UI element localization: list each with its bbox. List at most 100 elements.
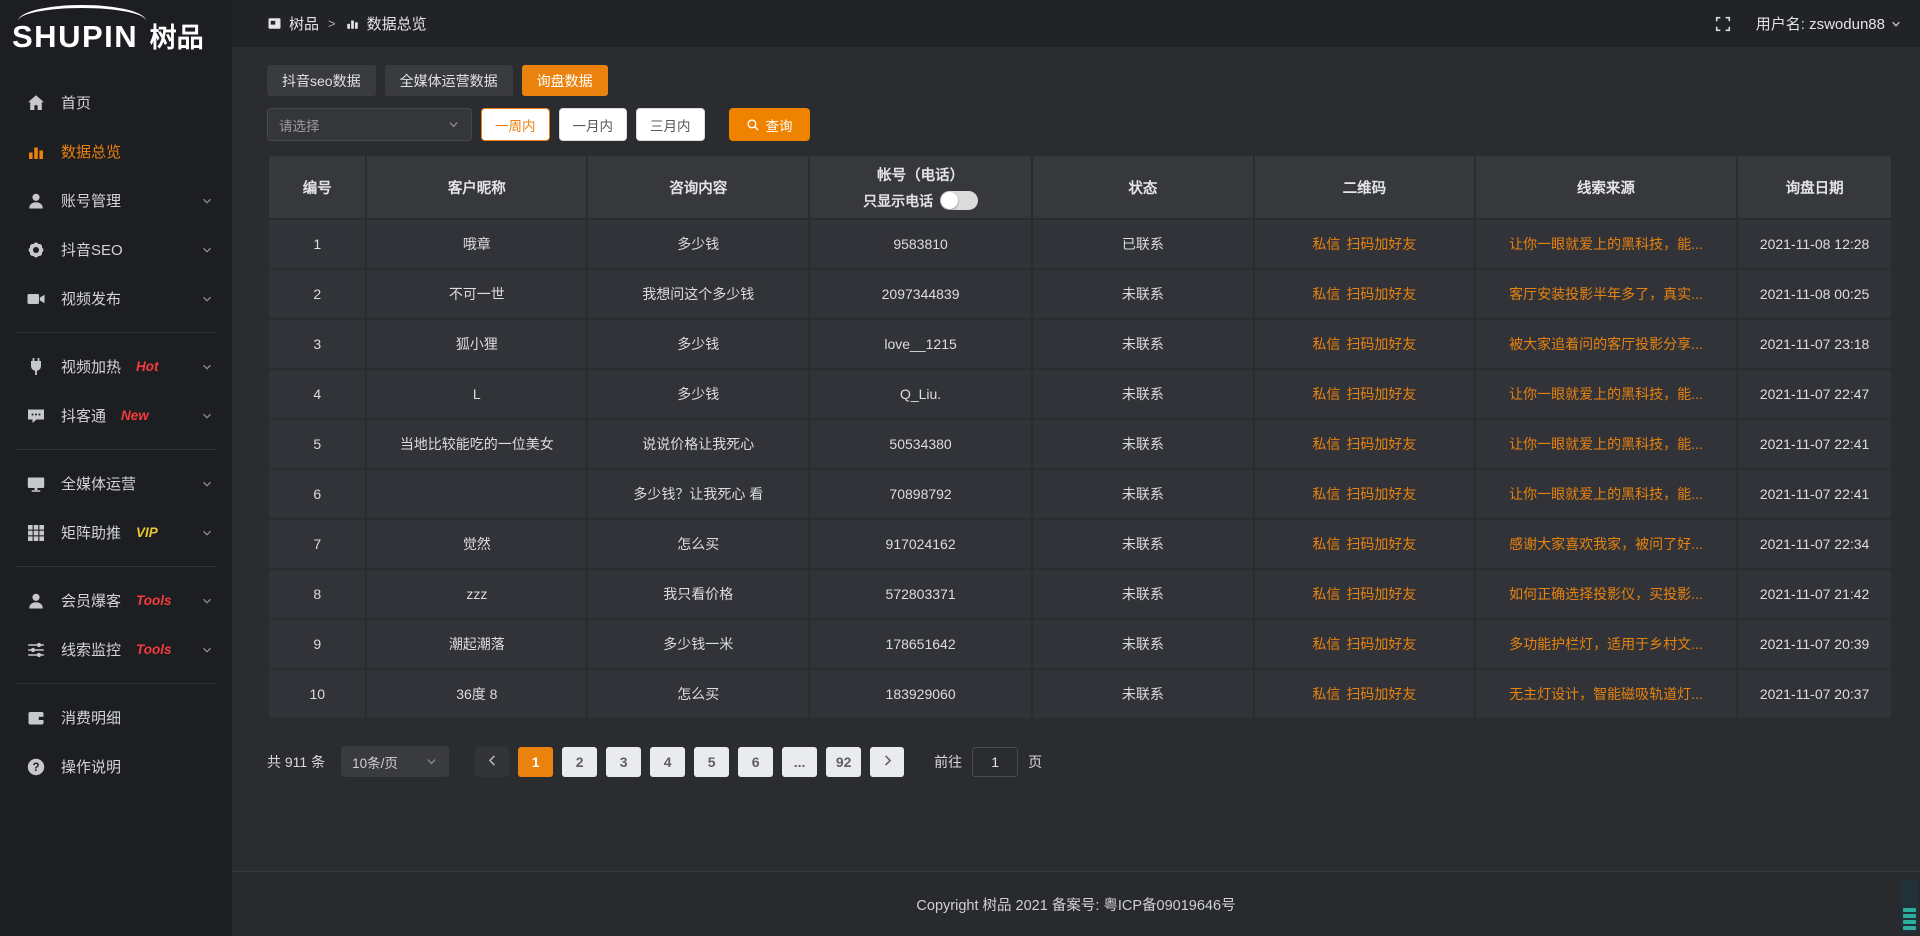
qr-action-link[interactable]: 私信	[1312, 386, 1340, 402]
source-link[interactable]: 让你一眼就爱上的黑科技，能...	[1509, 436, 1703, 452]
page-button-3[interactable]: 3	[606, 747, 641, 777]
cell-id: 9	[269, 620, 365, 668]
sidebar-item-douyin-seo[interactable]: 抖音SEO	[0, 225, 232, 274]
qr-action-link[interactable]: 私信	[1312, 536, 1340, 552]
sidebar-item-account-manage[interactable]: 账号管理	[0, 176, 232, 225]
qr-action-link[interactable]: 扫码加好友	[1346, 586, 1416, 602]
sidebar-item-member-baoke[interactable]: 会员爆客Tools	[0, 576, 232, 625]
qr-action-link[interactable]: 私信	[1312, 586, 1340, 602]
page-button-6[interactable]: 6	[738, 747, 773, 777]
data-tabs: 抖音seo数据 全媒体运营数据 询盘数据	[267, 65, 1893, 96]
cell-content: 多少钱？让我死心 看	[588, 470, 808, 518]
cell-qrcode: 私信扫码加好友	[1255, 670, 1474, 718]
col-header-date: 询盘日期	[1738, 156, 1891, 218]
chevron-right-icon	[881, 754, 894, 770]
sidebar-item-matrix-boost[interactable]: 矩阵助推VIP	[0, 508, 232, 557]
page-size-select[interactable]: 10条/页	[341, 746, 449, 777]
table-row: 1036度 8怎么买183929060未联系私信扫码加好友无主灯设计，智能磁吸轨…	[269, 670, 1891, 718]
phone-only-toggle[interactable]	[940, 191, 978, 210]
page-ellipsis-button[interactable]: ...	[782, 747, 817, 777]
breadcrumb-item-root[interactable]: 树品	[289, 13, 319, 34]
source-link[interactable]: 让你一眼就爱上的黑科技，能...	[1509, 386, 1703, 402]
table-row: 5当地比较能吃的一位美女说说价格让我死心50534380未联系私信扫码加好友让你…	[269, 420, 1891, 468]
source-link[interactable]: 客厅安装投影半年多了，真实...	[1509, 286, 1703, 302]
qr-action-link[interactable]: 扫码加好友	[1346, 536, 1416, 552]
table-row: 4L多少钱Q_Liu.未联系私信扫码加好友让你一眼就爱上的黑科技，能...202…	[269, 370, 1891, 418]
cell-status: 未联系	[1033, 620, 1253, 668]
range-button-quarter[interactable]: 三月内	[636, 108, 705, 141]
tab-inquiry-data[interactable]: 询盘数据	[522, 65, 608, 96]
goto-page-input[interactable]	[972, 747, 1018, 777]
qr-action-link[interactable]: 私信	[1312, 286, 1340, 302]
user-icon	[26, 591, 46, 611]
grid-icon	[26, 523, 46, 543]
sidebar-item-label: 视频加热	[61, 356, 121, 377]
tab-douyin-seo-data[interactable]: 抖音seo数据	[267, 65, 376, 96]
source-link[interactable]: 无主灯设计，智能磁吸轨道灯...	[1509, 686, 1703, 702]
source-link[interactable]: 让你一眼就爱上的黑科技，能...	[1509, 236, 1703, 252]
qr-action-link[interactable]: 扫码加好友	[1346, 386, 1416, 402]
qr-action-link[interactable]: 扫码加好友	[1346, 236, 1416, 252]
search-icon	[746, 118, 760, 132]
logo-text-en: SHUPIN	[12, 19, 138, 54]
cell-account: 2097344839	[810, 270, 1030, 318]
page-button-1[interactable]: 1	[518, 747, 553, 777]
breadcrumb-item-current[interactable]: 数据总览	[367, 13, 427, 34]
qr-action-link[interactable]: 扫码加好友	[1346, 286, 1416, 302]
tab-media-operation-data[interactable]: 全媒体运营数据	[385, 65, 513, 96]
sidebar-item-video-publish[interactable]: 视频发布	[0, 274, 232, 323]
sidebar-item-label: 账号管理	[61, 190, 121, 211]
goto-label: 前往	[934, 752, 962, 772]
fullscreen-icon[interactable]	[1714, 15, 1732, 33]
cell-id: 8	[269, 570, 365, 618]
sidebar-item-data-overview[interactable]: 数据总览	[0, 127, 232, 176]
qr-action-link[interactable]: 扫码加好友	[1346, 336, 1416, 352]
qr-action-link[interactable]: 扫码加好友	[1346, 486, 1416, 502]
page-button-2[interactable]: 2	[562, 747, 597, 777]
page-button-5[interactable]: 5	[694, 747, 729, 777]
source-link[interactable]: 被大家追着问的客厅投影分享...	[1509, 336, 1703, 352]
qr-action-link[interactable]: 私信	[1312, 436, 1340, 452]
filter-select[interactable]: 请选择	[267, 108, 472, 141]
qr-action-link[interactable]: 扫码加好友	[1346, 436, 1416, 452]
qr-action-link[interactable]: 私信	[1312, 486, 1340, 502]
next-page-button[interactable]	[870, 747, 904, 777]
search-button[interactable]: 查询	[729, 108, 810, 141]
filter-select-placeholder: 请选择	[279, 115, 320, 135]
breadcrumb: 树品 > 数据总览	[267, 13, 427, 34]
content-area: 抖音seo数据 全媒体运营数据 询盘数据 请选择 一周内 一月内 三月内	[232, 47, 1920, 871]
source-link[interactable]: 如何正确选择投影仪，买投影...	[1509, 586, 1703, 602]
col-header-qrcode: 二维码	[1255, 156, 1474, 218]
sidebar-item-operation-guide[interactable]: ?操作说明	[0, 742, 232, 791]
range-button-week[interactable]: 一周内	[481, 108, 550, 141]
qr-action-link[interactable]: 私信	[1312, 336, 1340, 352]
chevron-down-icon	[200, 194, 214, 208]
page-button-92[interactable]: 92	[826, 747, 861, 777]
sidebar-item-label: 线索监控	[61, 639, 121, 660]
qr-action-link[interactable]: 扫码加好友	[1346, 686, 1416, 702]
cell-date: 2021-11-07 20:37	[1738, 670, 1891, 718]
sidebar-item-clue-monitor[interactable]: 线索监控Tools	[0, 625, 232, 674]
cell-source: 被大家追着问的客厅投影分享...	[1476, 320, 1736, 368]
minimized-widget[interactable]	[1901, 879, 1918, 933]
sidebar-nav: 首页数据总览账号管理抖音SEO视频发布视频加热Hot抖客通New 全媒体运营矩阵助…	[0, 62, 232, 791]
filter-row: 请选择 一周内 一月内 三月内 查询	[267, 108, 1893, 141]
qr-action-link[interactable]: 私信	[1312, 236, 1340, 252]
sidebar-item-video-heat[interactable]: 视频加热Hot	[0, 342, 232, 391]
source-link[interactable]: 让你一眼就爱上的黑科技，能...	[1509, 486, 1703, 502]
user-menu[interactable]: 用户名: zswodun88	[1756, 13, 1902, 34]
qr-action-link[interactable]: 扫码加好友	[1346, 636, 1416, 652]
cell-nickname: 不可一世	[367, 270, 586, 318]
main-column: 树品 > 数据总览 用户名: zswodun88	[232, 0, 1920, 936]
sidebar-item-home[interactable]: 首页	[0, 78, 232, 127]
prev-page-button[interactable]	[475, 747, 509, 777]
qr-action-link[interactable]: 私信	[1312, 686, 1340, 702]
source-link[interactable]: 感谢大家喜欢我家，被问了好...	[1509, 536, 1703, 552]
sidebar-item-consume-detail[interactable]: 消费明细	[0, 693, 232, 742]
range-button-month[interactable]: 一月内	[559, 108, 628, 141]
source-link[interactable]: 多功能护栏灯，适用于乡村文...	[1509, 636, 1703, 652]
sidebar-item-doukertong[interactable]: 抖客通New	[0, 391, 232, 440]
qr-action-link[interactable]: 私信	[1312, 636, 1340, 652]
page-button-4[interactable]: 4	[650, 747, 685, 777]
sidebar-item-media-operation[interactable]: 全媒体运营	[0, 459, 232, 508]
